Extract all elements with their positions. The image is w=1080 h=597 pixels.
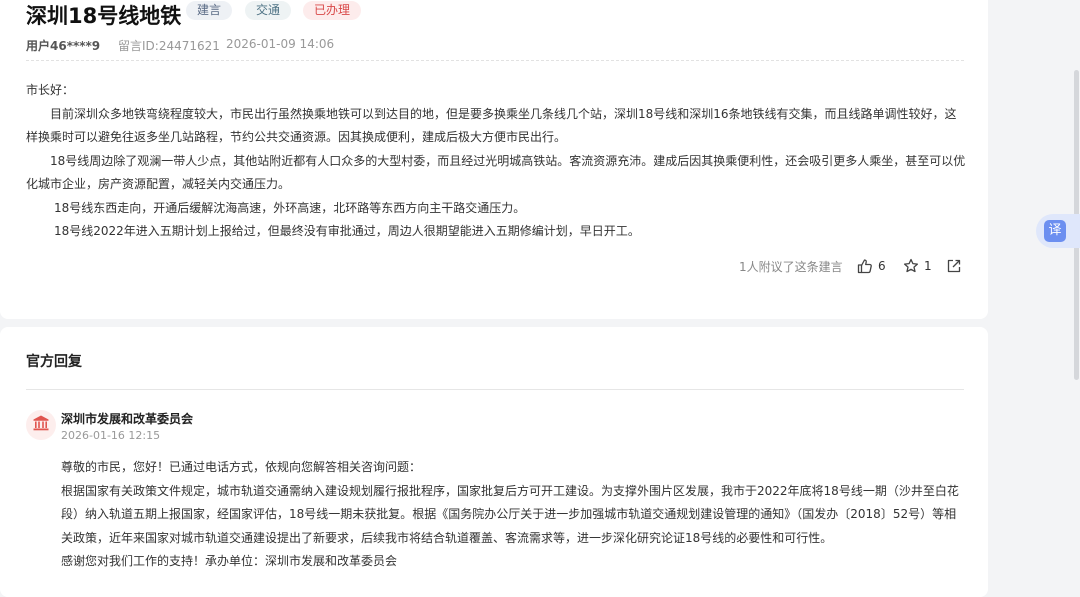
star-count: 1 — [924, 259, 932, 273]
greeting: 市长好： — [26, 83, 75, 97]
translate-icon: 译 — [1044, 220, 1066, 242]
post-paragraph: 18号线2022年进入五期计划上报给过，但最终没有审批通过，周边人很期望能进入五… — [54, 224, 640, 238]
page-scrollbar[interactable] — [1074, 0, 1080, 577]
share-icon — [946, 258, 962, 274]
meta-divider — [26, 60, 964, 61]
tag-suggestion[interactable]: 建言 — [186, 1, 233, 20]
favorite-button[interactable]: 1 — [903, 258, 932, 274]
star-icon — [903, 258, 919, 274]
government-building-icon — [32, 414, 50, 436]
message-id: 留言ID:24471621 — [118, 39, 220, 53]
reply-time: 2026-01-16 12:15 — [61, 429, 161, 442]
like-button[interactable]: 6 — [857, 258, 886, 274]
post-time: 2026-01-09 14:06 — [226, 37, 335, 51]
reply-divider — [26, 389, 964, 390]
org-avatar — [26, 410, 56, 440]
like-count: 6 — [878, 259, 886, 273]
share-button[interactable] — [946, 258, 962, 274]
reply-body: 尊敬的市民，您好！已通过电话方式，依规向您解答相关咨询问题： 根据国家有关政策文… — [61, 456, 966, 574]
post-body: 市长好： 目前深圳众多地铁弯绕程度较大，市民出行虽然换乘地铁可以到达目的地，但是… — [26, 79, 968, 244]
suggestion-card: 深圳18号线地铁 建言 交通 已办理 用户46****9 留言ID:244716… — [0, 0, 988, 319]
thumbs-up-icon — [857, 258, 873, 274]
tag-traffic[interactable]: 交通 — [245, 1, 292, 20]
post-paragraph: 18号线周边除了观澜一带人少点，其他站附近都有人口众多的大型村委，而且经过光明城… — [26, 153, 966, 192]
org-name: 深圳市发展和改革委员会 — [61, 412, 194, 426]
status-badge: 已办理 — [303, 1, 362, 20]
post-title: 深圳18号线地铁 — [26, 4, 182, 28]
section-title: 官方回复 — [26, 354, 82, 370]
author-name: 用户46****9 — [26, 39, 101, 53]
reply-paragraph: 感谢您对我们工作的支持！承办单位：深圳市发展和改革委员会 — [61, 554, 398, 568]
endorse-count: 1人附议了这条建言 — [739, 260, 843, 274]
post-paragraph: 目前深圳众多地铁弯绕程度较大，市民出行虽然换乘地铁可以到达目的地，但是要多换乘坐… — [26, 106, 957, 145]
reply-paragraph: 根据国家有关政策文件规定，城市轨道交通需纳入建设规划履行报批程序，国家批复后方可… — [61, 483, 959, 545]
post-paragraph: 18号线东西走向，开通后缓解沈海高速，外环高速，北环路等东西方向主干路交通压力。 — [54, 200, 526, 215]
translate-button[interactable]: 译 — [1036, 214, 1080, 248]
reply-paragraph: 尊敬的市民，您好！已通过电话方式，依规向您解答相关咨询问题： — [61, 460, 422, 474]
